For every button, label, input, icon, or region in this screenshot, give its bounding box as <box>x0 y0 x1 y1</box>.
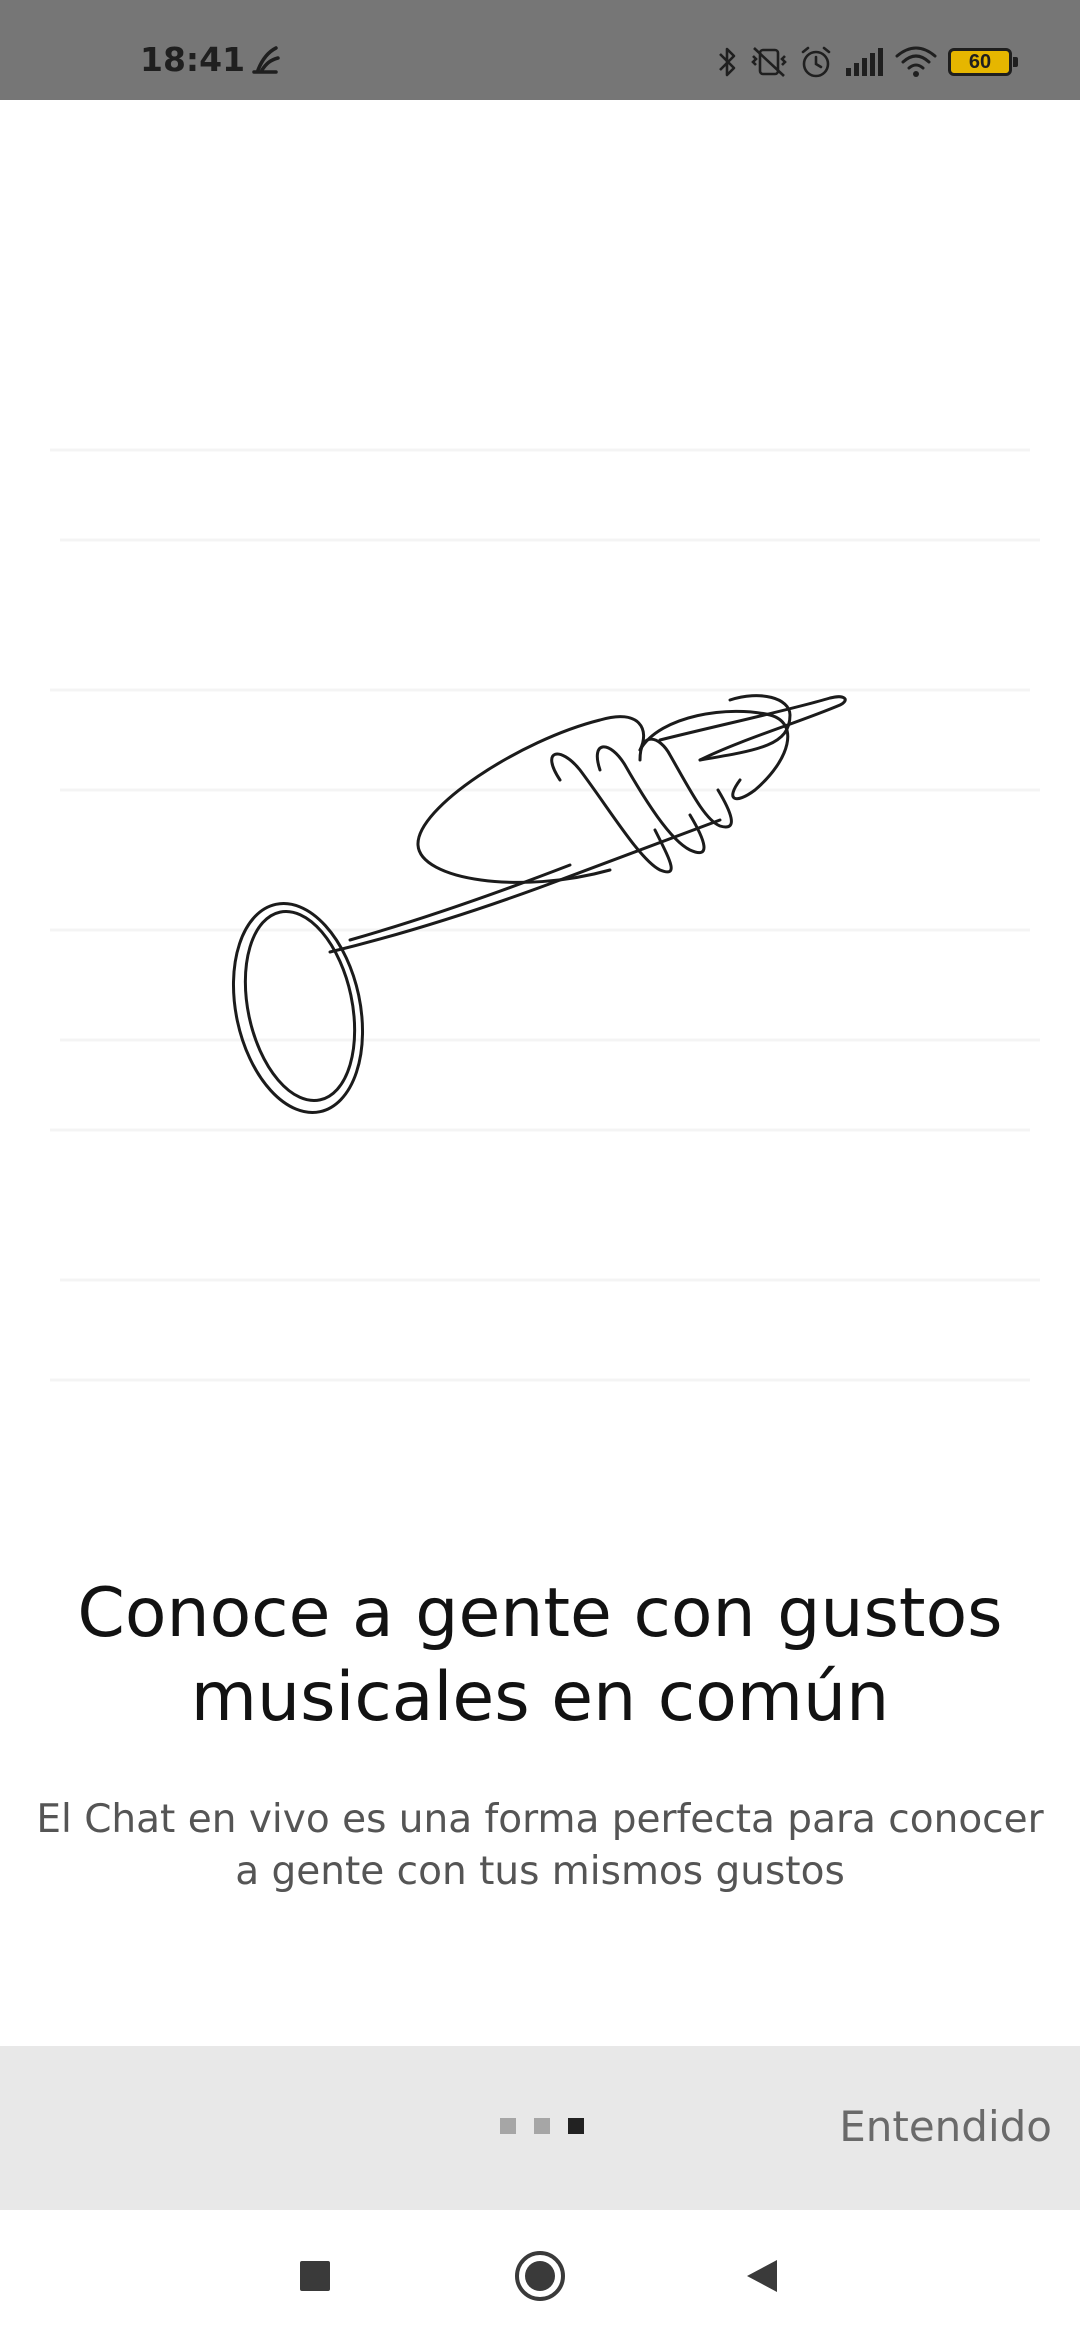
bluetooth-icon <box>714 44 740 80</box>
signal-icon <box>844 44 884 80</box>
onboarding-title: Conoce a gente con gustos musicales en c… <box>77 1574 1003 1737</box>
alarm-icon <box>798 44 834 80</box>
status-icons: 60 <box>714 40 1018 84</box>
triangle-back-icon <box>747 2260 777 2292</box>
circle-icon <box>515 2251 565 2301</box>
system-nav-bar <box>0 2210 1080 2340</box>
entendido-button[interactable]: Entendido <box>839 2102 1052 2151</box>
trumpet-illustration <box>50 448 1040 1382</box>
square-icon <box>300 2261 330 2291</box>
recents-button[interactable] <box>283 2244 347 2308</box>
home-button[interactable] <box>508 2244 572 2308</box>
page-indicator <box>500 2118 584 2134</box>
status-bar: 18:41 60 <box>0 0 1080 100</box>
onboarding-description: El Chat en vivo es una forma perfecta pa… <box>36 1797 1044 1894</box>
back-button[interactable] <box>730 2244 794 2308</box>
onboarding-footer: Entendido <box>0 2046 1080 2210</box>
vibrate-off-icon <box>750 44 788 80</box>
wifi-icon <box>894 44 938 80</box>
page-dot-1 <box>500 2118 516 2134</box>
page-dot-2 <box>534 2118 550 2134</box>
app-notification-icon <box>248 42 284 78</box>
page-dot-3-active <box>568 2118 584 2134</box>
battery-icon: 60 <box>948 48 1018 76</box>
onboarding-illustration <box>0 100 1080 1500</box>
status-time: 18:41 <box>140 40 246 79</box>
